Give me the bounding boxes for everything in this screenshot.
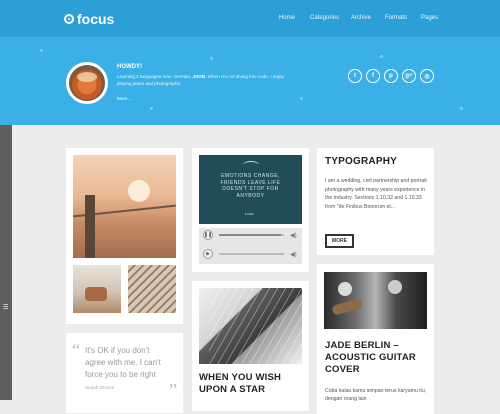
hero-more-link[interactable]: More... — [117, 96, 131, 101]
nav-item-home[interactable]: Home — [279, 15, 295, 21]
open-quote-icon: “ — [72, 340, 80, 360]
quote-text: It's OK if you don't agree with me. I ca… — [85, 346, 161, 379]
intro-text: Learning 2 languages now: German, — [117, 74, 192, 79]
pause-icon[interactable]: ❚❚ — [203, 230, 213, 240]
fence-photo[interactable] — [73, 155, 176, 258]
building-photo[interactable] — [128, 265, 176, 313]
cover-text: EMOTIONS CHANGE, FRIENDS LEAVE LIFE DOES… — [220, 173, 281, 199]
instagram-icon[interactable]: ◎ — [420, 69, 434, 83]
progress-track[interactable] — [219, 253, 284, 255]
close-quote-icon: ” — [169, 380, 177, 400]
pinterest-icon[interactable]: p — [384, 69, 398, 83]
volume-icon[interactable]: ◀) — [290, 251, 297, 258]
audio-cover[interactable]: EMOTIONS CHANGE, FRIENDS LEAVE LIFE DOES… — [199, 155, 302, 224]
decor-dot — [460, 107, 463, 110]
post-title-jade[interactable]: JADE BERLIN – ACOUSTIC GUITAR COVER — [325, 340, 430, 376]
main-nav: Home Categories Archive Formats Pages — [0, 15, 500, 25]
quote-author: Serjah Drovne — [85, 385, 115, 390]
google-plus-icon[interactable]: g+ — [402, 69, 416, 83]
author-hero: HOWDY! Learning 2 languages now: German,… — [0, 37, 500, 125]
progress-track[interactable] — [219, 234, 284, 236]
post-excerpt-jade: Coba kalau kamu simpan terus karyamu itu… — [325, 388, 427, 402]
player-row: ❚❚ ◀) — [203, 230, 298, 240]
hero-greeting: HOWDY! — [117, 64, 142, 70]
hero-intro: Learning 2 languages now: German, JSON. … — [117, 73, 297, 87]
facebook-icon[interactable]: f — [366, 69, 380, 83]
decor-dot — [210, 57, 213, 60]
decor-dot — [150, 107, 153, 110]
play-icon[interactable]: ▶ — [203, 249, 213, 259]
architecture-photo[interactable] — [199, 288, 302, 364]
decor-dot — [300, 97, 303, 100]
post-title-typography[interactable]: TYPOGRAPHY — [325, 156, 397, 167]
horse-photo[interactable] — [73, 265, 121, 313]
decor-dot — [40, 49, 43, 52]
intro-highlight: JSON — [192, 74, 206, 79]
decor-dot — [380, 55, 383, 58]
nav-item-categories[interactable]: Categories — [310, 15, 339, 21]
post-excerpt-typography: I am a wedding, civil partnership and po… — [325, 178, 427, 210]
sun-shape — [128, 180, 150, 202]
social-links: t f p g+ ◎ — [348, 69, 434, 83]
person-shape — [388, 280, 402, 294]
progress-fill — [219, 234, 281, 236]
twitter-icon[interactable]: t — [348, 69, 362, 83]
post-shape — [85, 195, 95, 258]
person-shape — [338, 282, 352, 296]
volume-icon[interactable]: ◀) — [290, 232, 297, 239]
audio-player: ❚❚ ◀) ▶ ◀) — [199, 228, 302, 264]
guitar-shape — [331, 298, 363, 316]
top-navigation-bar: focus Home Categories Archive Formats Pa… — [0, 0, 500, 37]
nav-item-archive[interactable]: Archive — [351, 15, 371, 21]
cover-signature: Love — [245, 211, 254, 216]
player-row: ▶ ◀) — [203, 249, 298, 259]
guitar-photo[interactable] — [324, 272, 427, 329]
more-button[interactable]: MORE — [325, 234, 354, 248]
nav-item-pages[interactable]: Pages — [421, 15, 438, 21]
side-menu-strip[interactable]: ☰ — [0, 125, 12, 400]
nav-item-formats[interactable]: Formats — [385, 15, 407, 21]
post-title-wish[interactable]: WHEN YOU WISH UPON A STAR — [199, 372, 302, 396]
hamburger-menu-icon[interactable]: ☰ — [3, 305, 9, 311]
author-avatar[interactable] — [66, 62, 108, 104]
leaf-decoration-icon — [243, 161, 259, 169]
